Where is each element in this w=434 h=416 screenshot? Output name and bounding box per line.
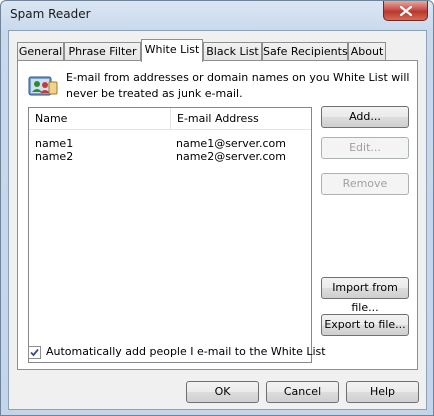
- white-list-panel: E-mail from addresses or domain names on…: [17, 60, 418, 370]
- tab-black-list[interactable]: Black List: [203, 42, 262, 61]
- cell-name: name2: [35, 150, 74, 163]
- add-button[interactable]: Add...: [321, 106, 409, 128]
- checkmark-icon: [30, 348, 39, 357]
- cell-email: name2@server.com: [176, 150, 286, 163]
- close-icon: [399, 5, 412, 16]
- column-header-email[interactable]: E-mail Address: [171, 108, 311, 130]
- info-text: E-mail from addresses or domain names on…: [66, 71, 410, 100]
- remove-button[interactable]: Remove: [321, 173, 409, 195]
- export-to-file-button[interactable]: Export to file...: [321, 314, 409, 336]
- auto-add-label[interactable]: Automatically add people I e-mail to the…: [46, 345, 326, 358]
- window-title: Spam Reader: [10, 7, 91, 21]
- column-header-name[interactable]: Name: [29, 108, 171, 130]
- help-button[interactable]: Help: [346, 381, 419, 403]
- tab-about[interactable]: About: [348, 42, 386, 61]
- tab-phrase-filter[interactable]: Phrase Filter: [64, 42, 141, 61]
- tab-safe-recipients[interactable]: Safe Recipients: [262, 42, 348, 61]
- auto-add-checkbox[interactable]: [28, 346, 41, 359]
- edit-button[interactable]: Edit...: [321, 137, 409, 159]
- cell-name: name1: [35, 137, 74, 150]
- dialog-client-area: General Phrase Filter White List Black L…: [8, 30, 427, 410]
- cancel-button[interactable]: Cancel: [266, 381, 339, 403]
- list-item[interactable]: name2 name2@server.com: [29, 150, 311, 163]
- cell-email: name1@server.com: [176, 137, 286, 150]
- contacts-icon: [28, 76, 58, 96]
- close-button[interactable]: [383, 1, 428, 21]
- ok-button[interactable]: OK: [186, 381, 259, 403]
- tab-general[interactable]: General: [17, 42, 64, 61]
- tab-white-list[interactable]: White List: [141, 39, 203, 62]
- list-item[interactable]: name1 name1@server.com: [29, 137, 311, 150]
- list-header: Name E-mail Address: [29, 108, 311, 130]
- spam-reader-window: Spam Reader General Phrase Filter White …: [0, 0, 434, 416]
- white-list-listview[interactable]: Name E-mail Address name1 name1@server.c…: [28, 107, 312, 363]
- import-from-file-button[interactable]: Import from file...: [321, 277, 409, 314]
